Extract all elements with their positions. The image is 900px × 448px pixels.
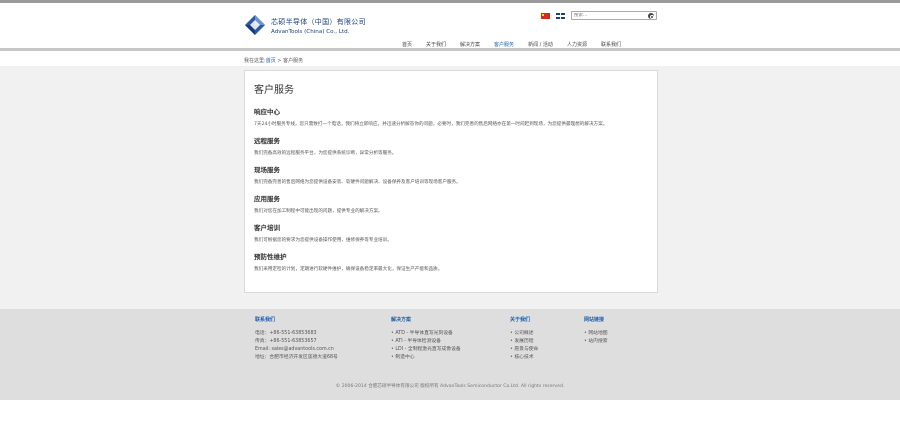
company-logo-icon[interactable] (244, 14, 266, 36)
footer-link-vision[interactable]: 愿景与使命 (510, 346, 538, 354)
section-text-training: 我们可根据您的要求为您提供设备操作使用，维修保养等专业培训。 (254, 238, 392, 243)
nav-news[interactable]: 新闻 / 活动 (528, 41, 553, 48)
section-heading-training: 客户培训 (254, 224, 280, 232)
breadcrumb-current: 客户服务 (283, 58, 304, 64)
nav-divider (0, 48, 900, 51)
uk-flag-icon[interactable] (556, 13, 565, 19)
footer-about-title[interactable]: 关于我们 (510, 316, 538, 323)
footer-link-ati[interactable]: ATI - 半导体检测设备 (391, 338, 461, 346)
footer-sitemap: 网站链接 网站地图 站内搜索 (584, 316, 608, 346)
china-flag-icon[interactable] (541, 13, 550, 19)
search-box (571, 11, 657, 20)
footer-link-technology[interactable]: 核心技术 (510, 354, 538, 362)
footer-contact: 联系我们 电话：+86-551-63853683 传真：+86-551-6385… (255, 316, 338, 362)
brand-name-cn: 芯硕半导体（中国）有限公司 (271, 18, 366, 26)
footer-address: 地址：合肥市经济开发区莲德大道68号 (255, 355, 338, 360)
section-text-maintenance: 我们采用定检的计划，定期进行软硬件维护，确保设备稳定率最大化，保证生产产能和品质… (254, 267, 443, 272)
copyright: © 2006-2014 合肥芯硕半导体有限公司 版权所有 AdvanTools … (335, 384, 565, 389)
footer-solutions-title[interactable]: 解决方案 (391, 316, 461, 323)
brand[interactable]: 芯硕半导体（中国）有限公司 AdvanTools (China) Co., Lt… (271, 17, 366, 35)
search-input[interactable] (572, 13, 646, 18)
main-nav: 首页 关于我们 解决方案 客户服务 新闻 / 活动 人力资源 联系我们 (402, 41, 635, 48)
section-heading-onsite: 现场服务 (254, 166, 280, 174)
breadcrumb-prefix: 我在这里: (244, 58, 266, 64)
section-text-application: 我们对您在加工制程中可能出现的问题，提供专业的解决方案。 (254, 209, 383, 214)
footer-solutions: 解决方案 ATD - 半导体直写光刻设备 ATI - 半导体检测设备 LDI -… (391, 316, 461, 362)
footer-link-manufacturing[interactable]: 制造中心 (391, 354, 461, 362)
footer-link-history[interactable]: 发展历程 (510, 338, 538, 346)
breadcrumb-separator: > (275, 58, 284, 64)
footer-email[interactable]: Email: sales@advantools.com.cn (255, 346, 338, 354)
footer-link-overview[interactable]: 公司概述 (510, 330, 538, 338)
footer-link-sitemap[interactable]: 网站地图 (584, 330, 607, 338)
footer-fax: 传真：+86-551-63853657 (255, 339, 317, 344)
section-heading-response: 响应中心 (254, 108, 280, 116)
nav-about[interactable]: 关于我们 (426, 41, 446, 48)
footer-about: 关于我们 公司概述 发展历程 愿景与使命 核心技术 (510, 316, 538, 362)
footer-contact-title[interactable]: 联系我们 (255, 316, 338, 323)
header: 芯硕半导体（中国）有限公司 AdvanTools (China) Co., Lt… (0, 3, 900, 48)
section-heading-application: 应用服务 (254, 195, 280, 203)
content-panel: 客户服务 响应中心 7天24小时服务专线，您只需致打一个电话，我们将立即响应，并… (244, 70, 658, 293)
footer-link-ldi[interactable]: LDI - 全制程激光直写成像设备 (391, 346, 460, 354)
section-heading-maintenance: 预防性维护 (254, 253, 287, 261)
nav-contact[interactable]: 联系我们 (601, 41, 621, 48)
search-icon[interactable] (648, 13, 654, 19)
footer-phone: 电话：+86-551-63853683 (255, 331, 317, 336)
language-switcher (541, 13, 565, 19)
section-heading-remote: 远程服务 (254, 137, 280, 145)
footer-sitemap-title[interactable]: 网站链接 (584, 316, 608, 323)
nav-solutions[interactable]: 解决方案 (460, 41, 480, 48)
page-title: 客户服务 (254, 85, 294, 96)
nav-customer-service[interactable]: 客户服务 (494, 41, 514, 48)
section-text-remote: 我们完备高效的远程服务平台，为您提供系统诊断，异常分析等服务。 (254, 151, 397, 156)
breadcrumb: 我在这里:首页 > 客户服务 (244, 57, 303, 64)
section-text-onsite: 我们完备完善的售后网络为您提供设备安装、软硬件问题解决、设备保养及客户培训等现场… (254, 180, 461, 185)
brand-name-en: AdvanTools (China) Co., Ltd. (271, 29, 350, 35)
footer-link-atd[interactable]: ATD - 半导体直写光刻设备 (391, 330, 461, 338)
section-text-response: 7天24小时服务专线，您只需致打一个电话，我们将立即响应，并迅速分析解答你的问题… (254, 122, 608, 127)
breadcrumb-home-link[interactable]: 首页 (266, 58, 276, 64)
nav-home[interactable]: 首页 (402, 41, 412, 48)
nav-hr[interactable]: 人力资源 (567, 41, 587, 48)
footer-link-site-search[interactable]: 站内搜索 (584, 338, 607, 346)
